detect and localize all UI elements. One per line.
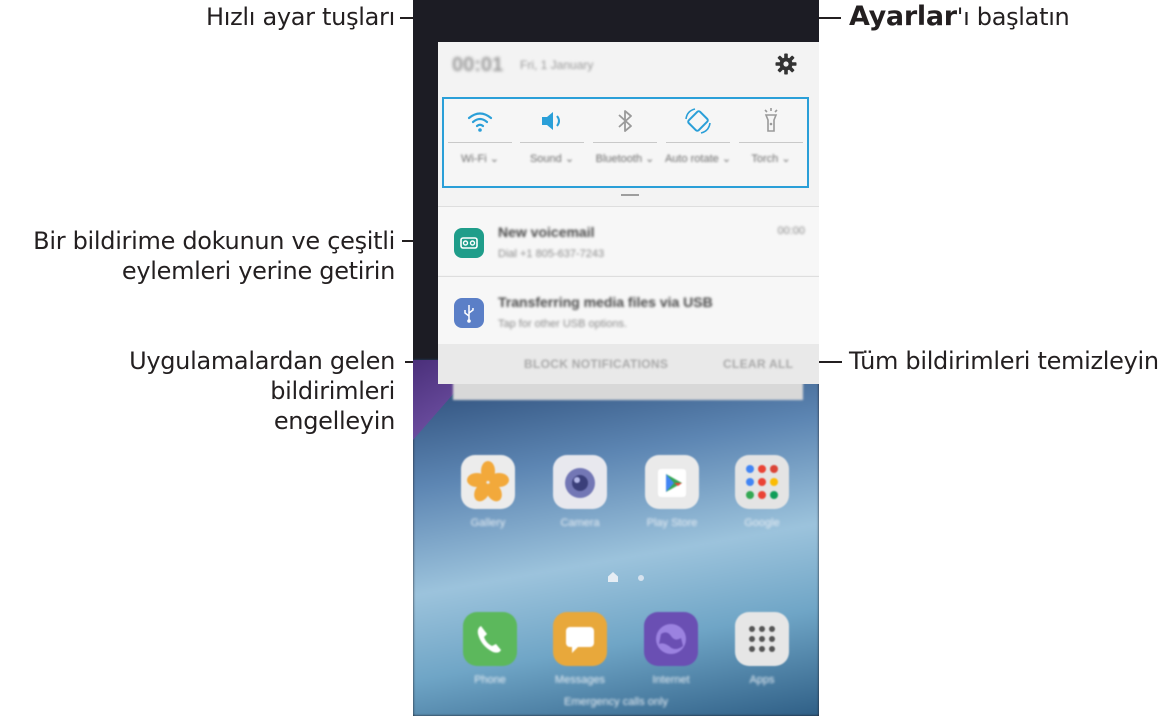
notification-voicemail[interactable]: New voicemail Dial +1 805-637-7243 00:00 xyxy=(438,206,819,275)
emergency-calls-text: Emergency calls only xyxy=(564,696,668,708)
status-date: Fri, 1 January xyxy=(520,58,594,72)
quick-setting-wifi[interactable]: Wi-Fi ⌄ xyxy=(444,99,516,186)
notification-subtitle: Tap for other USB options. xyxy=(498,318,628,330)
phone-icon xyxy=(463,612,517,666)
callout-block-notifications: Uygulamalardan gelen bildirimleri engell… xyxy=(0,346,395,436)
notification-panel: 00:01 Fri, 1 January Wi-Fi ⌄ Sound ⌄ Blu… xyxy=(438,42,819,384)
torch-icon xyxy=(753,103,789,139)
messages-icon xyxy=(553,612,607,666)
callout-tap-notification-line2: eylemleri yerine getirin xyxy=(121,257,395,285)
app-label: Messages xyxy=(554,674,606,686)
app-label: Play Store xyxy=(646,517,698,529)
home-page-icon xyxy=(608,572,618,582)
notification-usb[interactable]: Transferring media files via USB Tap for… xyxy=(438,276,819,345)
callout-settings: Ayarlar'ı başlatın xyxy=(849,1,1070,32)
app-play-store[interactable]: Play Store xyxy=(636,455,708,545)
phone-screen: Gallery Camera Play Store Google Phone M… xyxy=(413,0,819,716)
status-row: 00:01 Fri, 1 January xyxy=(438,42,819,92)
clear-all-button[interactable]: CLEAR ALL xyxy=(723,357,793,371)
app-gallery[interactable]: Gallery xyxy=(452,455,524,545)
sound-icon xyxy=(534,103,570,139)
camera-icon xyxy=(553,455,607,509)
quick-setting-label: Wi-Fi ⌄ xyxy=(461,153,499,165)
app-phone[interactable]: Phone xyxy=(454,612,526,702)
usb-icon xyxy=(454,298,484,328)
quick-setting-sound[interactable]: Sound ⌄ xyxy=(516,99,588,186)
app-label: Gallery xyxy=(470,517,506,529)
notification-actions-row: BLOCK NOTIFICATIONS CLEAR ALL xyxy=(438,344,819,384)
panel-drag-handle[interactable] xyxy=(621,194,639,196)
app-label: Camera xyxy=(560,517,600,529)
divider xyxy=(448,142,512,143)
quick-setting-auto-rotate[interactable]: Auto rotate ⌄ xyxy=(662,99,734,186)
quick-settings-panel: Wi-Fi ⌄ Sound ⌄ Bluetooth ⌄ Auto rotate … xyxy=(442,97,809,188)
block-notifications-button[interactable]: BLOCK NOTIFICATIONS xyxy=(524,357,668,371)
quick-setting-label: Auto rotate ⌄ xyxy=(664,153,732,165)
divider xyxy=(666,142,730,143)
callout-tap-notification: Bir bildirime dokunun ve çeşitli eylemle… xyxy=(33,226,395,286)
callout-quick-settings: Hızlı ayar tuşları xyxy=(205,3,395,31)
callout-block-line2: engelleyin xyxy=(273,407,395,435)
app-internet[interactable]: Internet xyxy=(635,612,707,702)
play-store-icon xyxy=(645,455,699,509)
apps-icon xyxy=(735,612,789,666)
notification-time: 00:00 xyxy=(777,225,805,237)
page-dot xyxy=(638,575,644,581)
auto-rotate-icon xyxy=(680,103,716,139)
callout-clear-all: Tüm bildirimleri temizleyin xyxy=(849,347,1159,375)
divider xyxy=(739,142,803,143)
quick-setting-label: Sound ⌄ xyxy=(529,153,575,165)
quick-setting-bluetooth[interactable]: Bluetooth ⌄ xyxy=(589,99,661,186)
callout-settings-bold: Ayarlar xyxy=(849,1,957,32)
settings-gear-icon[interactable] xyxy=(771,49,801,79)
app-apps[interactable]: Apps xyxy=(726,612,798,702)
app-camera[interactable]: Camera xyxy=(544,455,616,545)
bluetooth-icon xyxy=(607,103,643,139)
app-label: Phone xyxy=(474,674,506,686)
divider xyxy=(593,142,657,143)
status-time: 00:01 xyxy=(452,54,504,76)
notification-subtitle: Dial +1 805-637-7243 xyxy=(498,248,605,260)
page-indicator xyxy=(608,572,648,584)
callout-settings-rest: 'ı başlatın xyxy=(956,3,1070,31)
google-folder-icon xyxy=(735,455,789,509)
quick-setting-label: Bluetooth ⌄ xyxy=(595,153,655,165)
voicemail-icon xyxy=(454,228,484,258)
callout-block-line1: Uygulamalardan gelen bildirimleri xyxy=(129,347,395,405)
gallery-icon xyxy=(461,455,515,509)
app-messages[interactable]: Messages xyxy=(544,612,616,702)
wifi-icon xyxy=(462,103,498,139)
internet-icon xyxy=(644,612,698,666)
notification-title: New voicemail xyxy=(498,224,595,240)
quick-setting-label: Torch ⌄ xyxy=(751,153,791,165)
app-label: Internet xyxy=(652,674,690,686)
app-label: Apps xyxy=(749,674,775,686)
quick-setting-torch[interactable]: Torch ⌄ xyxy=(735,99,807,186)
app-google-folder[interactable]: Google xyxy=(726,455,798,545)
notification-title: Transferring media files via USB xyxy=(498,294,713,310)
divider xyxy=(520,142,584,143)
callout-tap-notification-line1: Bir bildirime dokunun ve çeşitli xyxy=(33,227,395,255)
app-label: Google xyxy=(744,517,780,529)
